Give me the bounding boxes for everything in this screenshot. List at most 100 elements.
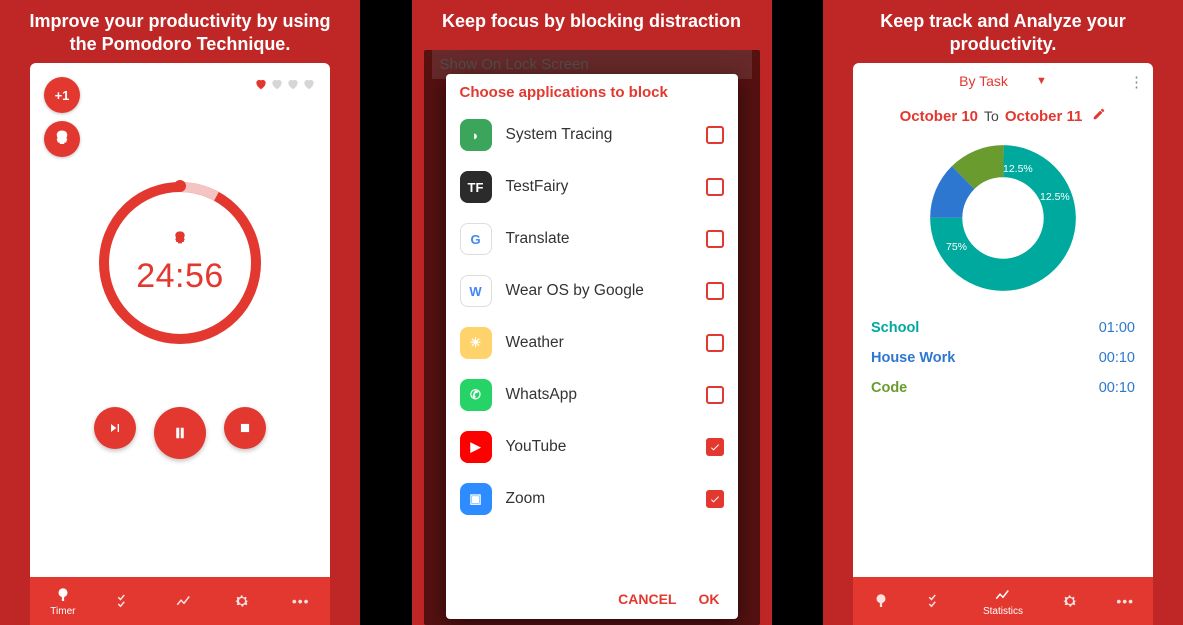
stat-row: Code00:10 [871, 373, 1135, 403]
app-row[interactable]: ▣ Zoom [446, 473, 738, 525]
app-row[interactable]: ✆ WhatsApp [446, 369, 738, 421]
date-from: October 10 [900, 108, 978, 125]
chart-icon [175, 592, 193, 610]
app-icon: ▶ [460, 431, 492, 463]
stat-name: Code [871, 380, 907, 396]
app-row[interactable]: TF TestFairy [446, 161, 738, 213]
nav-more[interactable]: ••• [1116, 592, 1134, 610]
nav-settings[interactable] [233, 592, 251, 610]
nav-stats[interactable]: Statistics [983, 586, 1023, 617]
plus1-label: +1 [55, 88, 70, 103]
nav-timer-label: Timer [50, 606, 75, 617]
stat-name: School [871, 320, 919, 336]
timer-controls [30, 407, 330, 459]
app-row[interactable]: W Wear OS by Google [446, 265, 738, 317]
nav-tasks[interactable] [927, 592, 945, 610]
app-name: Wear OS by Google [506, 282, 692, 300]
app-checkbox[interactable] [706, 386, 724, 404]
checklist-icon [116, 592, 134, 610]
cancel-button[interactable]: CANCEL [618, 591, 676, 607]
app-checkbox[interactable] [706, 230, 724, 248]
app-icon: TF [460, 171, 492, 203]
chart-icon [994, 586, 1012, 604]
ok-button[interactable]: OK [699, 591, 720, 607]
heart-icon [270, 77, 284, 91]
stats-card: By Task ▼ ⋮ October 10 To October 11 [853, 63, 1153, 625]
app-checkbox[interactable] [706, 334, 724, 352]
slice-label: 12.5% [1003, 163, 1033, 175]
stat-name: House Work [871, 350, 955, 366]
heart-icon [302, 77, 316, 91]
edit-icon[interactable] [1092, 107, 1106, 125]
stat-time: 01:00 [1099, 320, 1135, 336]
date-range[interactable]: October 10 To October 11 [853, 95, 1153, 131]
app-row[interactable]: ▶ YouTube [446, 421, 738, 473]
app-icon: ✆ [460, 379, 492, 411]
nav-settings[interactable] [1061, 592, 1079, 610]
headline-3: Keep track and Analyze your productivity… [823, 0, 1183, 63]
pause-button[interactable] [154, 407, 206, 459]
app-name: TestFairy [506, 178, 692, 196]
group-by-dropdown[interactable]: By Task ▼ [959, 73, 1047, 89]
brain-icon [54, 586, 72, 604]
nav-timer[interactable] [872, 592, 890, 610]
app-name: YouTube [506, 438, 692, 456]
skip-button[interactable] [94, 407, 136, 449]
timer-ring: 24:56 [95, 178, 265, 348]
app-name: Zoom [506, 490, 692, 508]
nav-more[interactable]: ••• [292, 592, 310, 610]
app-checkbox[interactable] [706, 126, 724, 144]
panel-stats: Keep track and Analyze your productivity… [823, 0, 1183, 625]
app-row[interactable]: G Translate [446, 213, 738, 265]
nav-timer[interactable]: Timer [50, 586, 75, 617]
dialog-title: Choose applications to block [446, 74, 738, 109]
panel-block-apps: Keep focus by blocking distraction Show … [412, 0, 772, 625]
app-icon: G [460, 223, 492, 255]
app-checkbox[interactable] [706, 282, 724, 300]
timer-time: 24:56 [136, 257, 224, 296]
stat-time: 00:10 [1099, 350, 1135, 366]
date-to-word: To [984, 108, 999, 124]
app-checkbox[interactable] [706, 178, 724, 196]
app-icon: ▣ [460, 483, 492, 515]
chevron-down-icon: ▼ [1036, 75, 1047, 87]
nav-stats[interactable] [175, 592, 193, 610]
stat-row: School 01:00 [871, 313, 1135, 343]
add-pomodoro-button[interactable]: +1 [44, 77, 80, 113]
nav-tasks[interactable] [116, 592, 134, 610]
brain-button[interactable] [44, 121, 80, 157]
brain-icon [872, 592, 890, 610]
date-to: October 11 [1005, 108, 1083, 125]
slice-label: 75% [946, 241, 967, 253]
app-icon: ☀ [460, 327, 492, 359]
app-list: ◗System Tracing TF TestFairy G Translate W Wea… [446, 109, 738, 581]
stat-list: School 01:00 House Work 00:10 Code00:10 [853, 313, 1153, 403]
heart-icon [254, 77, 268, 91]
donut-chart: 12.5% 12.5% 75% [928, 143, 1078, 293]
stop-button[interactable] [224, 407, 266, 449]
panel-pomodoro: Improve your productivity by using the P… [0, 0, 360, 625]
block-apps-dialog: Choose applications to block ◗System Tra… [446, 74, 738, 619]
app-row[interactable]: ☀ Weather [446, 317, 738, 369]
nav-stats-label: Statistics [983, 606, 1023, 617]
app-row[interactable]: ◗System Tracing [446, 109, 738, 161]
overflow-menu[interactable]: ⋮ [1129, 73, 1143, 91]
bottom-nav: Timer ••• [30, 577, 330, 625]
app-name: Translate [506, 230, 692, 248]
dialog-actions: CANCEL OK [446, 581, 738, 619]
app-name: System Tracing [506, 126, 692, 144]
app-checkbox[interactable] [706, 490, 724, 508]
slice-label: 12.5% [1040, 191, 1070, 203]
headline-1: Improve your productivity by using the P… [0, 0, 360, 63]
app-name: WhatsApp [506, 386, 692, 404]
more-icon: ••• [292, 592, 310, 610]
stat-row: House Work 00:10 [871, 343, 1135, 373]
app-name: Weather [506, 334, 692, 352]
timer-card: +1 [30, 63, 330, 625]
dropdown-label: By Task [959, 73, 1008, 89]
brain-icon [172, 230, 188, 251]
app-checkbox[interactable] [706, 438, 724, 456]
app-icon: W [460, 275, 492, 307]
brain-icon [53, 129, 71, 150]
gear-icon [233, 592, 251, 610]
